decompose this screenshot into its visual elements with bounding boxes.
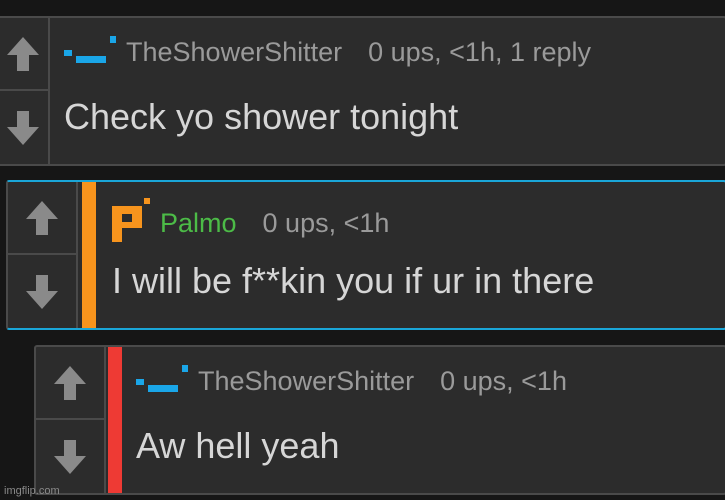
upvote-button[interactable] (8, 182, 76, 255)
comment-stats: 0 ups, <1h, 1 reply (368, 37, 592, 67)
down-arrow-icon (7, 110, 39, 145)
depth-indicator-bar (108, 347, 122, 493)
vote-column (36, 347, 106, 493)
comment-text: Check yo shower tonight (64, 96, 459, 137)
downvote-button[interactable] (36, 420, 104, 493)
comment-meta: Palmo 0 ups, <1h (112, 198, 389, 249)
username-link[interactable]: TheShowerShitter (198, 366, 414, 397)
comment-stats: 0 ups, <1h (262, 208, 390, 238)
vote-column (0, 18, 50, 164)
pixel-dash-avatar-icon[interactable] (136, 363, 188, 400)
depth-indicator-bar (82, 182, 96, 328)
up-arrow-icon (54, 365, 86, 400)
comment-stats: 0 ups, <1h (440, 366, 567, 396)
comment-text: I will be f**kin you if ur in there (112, 260, 595, 301)
comment-1: TheShowerShitter 0 ups, <1h, 1 reply Che… (0, 16, 725, 166)
username-link[interactable]: TheShowerShitter (126, 37, 342, 68)
comment-meta: TheShowerShitter 0 ups, <1h, 1 reply (64, 34, 591, 71)
vote-column (8, 182, 78, 328)
up-arrow-icon (26, 200, 58, 235)
watermark: imgflip.com (4, 485, 60, 497)
comment-2: Palmo 0 ups, <1h I will be f**kin you if… (6, 180, 725, 330)
upvote-button[interactable] (0, 18, 48, 91)
pixel-dash-avatar-icon[interactable] (64, 34, 116, 71)
comment-meta: TheShowerShitter 0 ups, <1h (136, 363, 567, 400)
down-arrow-icon (54, 439, 86, 474)
comment-3: TheShowerShitter 0 ups, <1h Aw hell yeah (34, 345, 725, 495)
comment-content: TheShowerShitter 0 ups, <1h, 1 reply Che… (54, 18, 725, 164)
down-arrow-icon (26, 274, 58, 309)
downvote-button[interactable] (8, 255, 76, 328)
comment-thread: TheShowerShitter 0 ups, <1h, 1 reply Che… (0, 0, 725, 500)
pixel-p-avatar-icon[interactable] (112, 198, 150, 249)
downvote-button[interactable] (0, 91, 48, 164)
comment-content: TheShowerShitter 0 ups, <1h Aw hell yeah (124, 347, 725, 493)
up-arrow-icon (7, 36, 39, 71)
upvote-button[interactable] (36, 347, 104, 420)
username-link[interactable]: Palmo (160, 208, 237, 239)
comment-content: Palmo 0 ups, <1h I will be f**kin you if… (100, 182, 725, 328)
comment-text: Aw hell yeah (136, 425, 340, 466)
